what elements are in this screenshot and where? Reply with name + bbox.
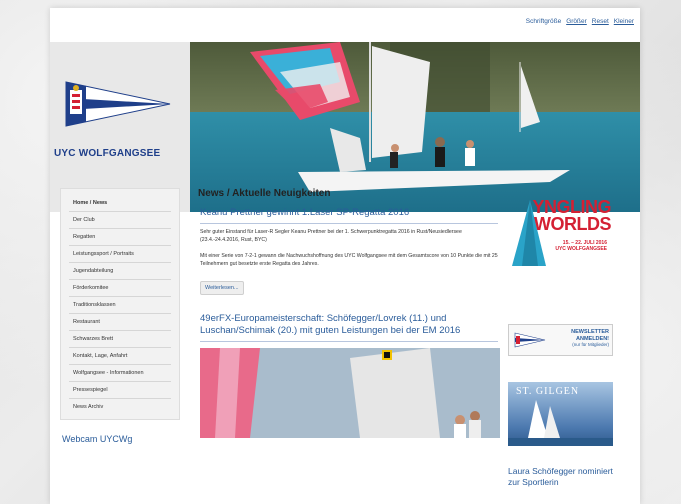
newsletter-text: NEWSLETTER ANMELDEN! (nur für Mitglieder… xyxy=(571,329,609,348)
article-title-link[interactable]: Keanu Prettner gewinnt 1.Laser SP-Regatt… xyxy=(200,207,498,224)
nav-item-news-archiv[interactable]: News Archiv xyxy=(69,399,171,415)
left-sidebar: Home / News Der Club Regatten Leistungss… xyxy=(60,188,180,444)
nav-item-foerderkomitee[interactable]: Förderkomitee xyxy=(69,280,171,297)
nav-item-leistungssport[interactable]: Leistungssport / Portraits xyxy=(69,246,171,263)
newsletter-signup-banner[interactable]: NEWSLETTER ANMELDEN! (nur für Mitglieder… xyxy=(508,324,613,356)
nav-item-restaurant[interactable]: Restaurant xyxy=(69,314,171,331)
news-teaser-link[interactable]: Laura Schöfegger nominiert zur Sportleri… xyxy=(508,466,613,488)
nav-item-pressespiegel[interactable]: Pressespiegel xyxy=(69,382,171,399)
st-gilgen-banner[interactable]: ST. GILGEN xyxy=(508,382,613,446)
font-smaller-link[interactable]: Kleiner xyxy=(614,18,634,25)
font-reset-link[interactable]: Reset xyxy=(592,18,609,25)
top-bar: Schriftgröße Größer Reset Kleiner xyxy=(50,8,640,42)
yngling-worlds-banner[interactable]: YNGLING WORLDS 15. – 22. JULI 2016 UYC W… xyxy=(508,188,613,272)
nav-item-jugendabteilung[interactable]: Jugendabteilung xyxy=(69,263,171,280)
nav-item-regatten[interactable]: Regatten xyxy=(69,229,171,246)
yngling-title: YNGLING WORLDS xyxy=(532,197,611,235)
news-article: Keanu Prettner gewinnt 1.Laser SP-Regatt… xyxy=(198,207,498,296)
yngling-dates: 15. – 22. JULI 2016 UYC WOLFGANGSEE xyxy=(555,240,607,252)
nav-item-der-club[interactable]: Der Club xyxy=(69,212,171,229)
read-more-button[interactable]: Weiterlesen... xyxy=(200,281,244,296)
webcam-heading: Webcam UYCWg xyxy=(62,434,133,444)
article-paragraph: Sehr guter Einstand für Laser-R Segler K… xyxy=(200,228,462,243)
nav-item-wolfgangsee-info[interactable]: Wolfgangsee - Informationen xyxy=(69,365,171,382)
news-article: 49erFX-Europameisterschaft: Schöfegger/L… xyxy=(198,313,500,438)
site-page: Schriftgröße Größer Reset Kleiner UYC WO… xyxy=(50,8,640,504)
font-bigger-link[interactable]: Größer xyxy=(566,18,587,25)
font-size-controls: Schriftgröße Größer Reset Kleiner xyxy=(526,18,634,25)
article-photo xyxy=(200,347,500,438)
hero-sailing-photo xyxy=(190,42,640,212)
club-name: UYC WOLFGANGSEE xyxy=(54,148,161,159)
article-paragraph: Mit einer Serie von 7-2-1 gewann die Nac… xyxy=(200,253,498,268)
page-title: News / Aktuelle Neuigkeiten xyxy=(198,188,331,199)
burgee-icon xyxy=(514,332,546,348)
nav-item-traditionsklassen[interactable]: Traditionsklassen xyxy=(69,297,171,314)
article-title-link[interactable]: 49erFX-Europameisterschaft: Schöfegger/L… xyxy=(200,313,498,342)
club-logo[interactable]: UYC WOLFGANGSEE xyxy=(50,42,190,212)
nav-item-schwarzes-brett[interactable]: Schwarzes Brett xyxy=(69,331,171,348)
main-content: News / Aktuelle Neuigkeiten Keanu Prettn… xyxy=(198,188,500,438)
main-navigation: Home / News Der Club Regatten Leistungss… xyxy=(60,188,180,420)
font-size-label: Schriftgröße xyxy=(525,18,562,25)
nav-item-home-news[interactable]: Home / News xyxy=(69,195,171,212)
site-header: UYC WOLFGANGSEE xyxy=(50,42,640,212)
right-sidebar: YNGLING WORLDS 15. – 22. JULI 2016 UYC W… xyxy=(508,188,613,488)
club-burgee-icon xyxy=(65,81,171,127)
sailboat-icon xyxy=(508,400,613,446)
article-body: Sehr guter Einstand für Laser-R Segler K… xyxy=(200,228,498,268)
nav-item-kontakt[interactable]: Kontakt, Lage, Anfahrt xyxy=(69,348,171,365)
